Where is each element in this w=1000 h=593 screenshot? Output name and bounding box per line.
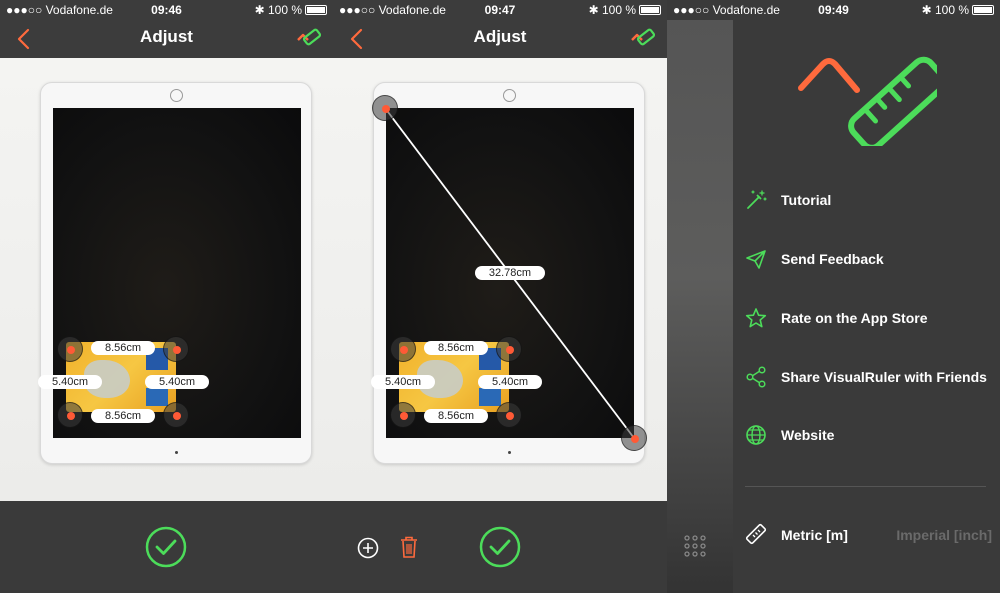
battery-icon <box>305 5 327 15</box>
adjust-screen-1: ●●●○○ Vodafone.de 09:46 ✱ 100 % Adjust 8… <box>0 0 333 593</box>
app-logo-icon[interactable] <box>629 28 655 50</box>
handle-diagonal-start[interactable] <box>372 95 398 121</box>
page-title: Adjust <box>473 27 527 46</box>
measure-label-bottom: 8.56cm <box>424 409 488 423</box>
handle-top-left[interactable] <box>390 336 416 362</box>
battery-icon <box>639 5 661 15</box>
handle-bottom-left[interactable] <box>390 402 416 428</box>
measure-label-bottom: 8.56cm <box>91 409 155 423</box>
measure-label-left: 5.40cm <box>371 375 435 389</box>
handle-bottom-right[interactable] <box>163 402 189 428</box>
handle-top-right[interactable] <box>496 336 522 362</box>
battery-status: ✱ 100 % <box>255 3 327 17</box>
menu-item-send-feedback[interactable]: Send Feedback <box>745 245 994 275</box>
measure-label-top: 8.56cm <box>91 341 155 355</box>
globe-icon <box>746 425 766 445</box>
visualruler-logo-icon <box>798 56 937 146</box>
battery-status: ✱ 100 % <box>589 3 661 17</box>
camera-photo: 32.78cm 8.56cm 8.56cm 5.40cm 5.40cm <box>333 58 667 501</box>
menu-item-rate-app[interactable]: Rate on the App Store <box>745 304 994 334</box>
bottom-toolbar <box>0 501 333 593</box>
handle-top-right[interactable] <box>163 336 189 362</box>
handle-top-left[interactable] <box>57 336 83 362</box>
share-icon <box>746 366 766 388</box>
status-bar: ●●●○○ Vodafone.de 09:46 ✱ 100 % <box>0 0 333 20</box>
nav-bar: Adjust <box>333 20 667 58</box>
nav-bar: Adjust <box>0 20 333 58</box>
menu-grid-icon[interactable] <box>683 534 707 558</box>
measure-label-top: 8.56cm <box>424 341 488 355</box>
status-bar: ●●●○○ Vodafone.de 09:47 ✱ 100 % <box>333 0 667 20</box>
add-measurement-button[interactable] <box>357 537 379 559</box>
menu-item-label: Share VisualRuler with Friends <box>781 369 987 385</box>
menu-screen: ●●●○○ Vodafone.de 09:49 ✱ 100 % Tutorial <box>667 0 1000 593</box>
battery-label: 100 % <box>267 3 302 17</box>
menu-item-label: Send Feedback <box>781 251 884 267</box>
app-logo-icon[interactable] <box>295 28 321 50</box>
menu-divider <box>745 486 986 487</box>
menu-item-share[interactable]: Share VisualRuler with Friends <box>745 363 994 393</box>
page-title: Adjust <box>140 27 193 46</box>
unit-switch: Metric [m] Imperial [inch] <box>745 520 994 550</box>
battery-label: 100 % <box>601 3 636 17</box>
unit-metric-option[interactable]: Metric [m] <box>781 527 848 543</box>
star-icon <box>745 308 767 328</box>
measure-label-right: 5.40cm <box>478 375 542 389</box>
status-bar: ●●●○○ Vodafone.de 09:49 ✱ 100 % <box>667 0 1000 20</box>
paper-plane-icon <box>746 250 766 269</box>
underlying-screen-edge[interactable] <box>667 20 733 593</box>
menu-item-label: Tutorial <box>781 192 832 208</box>
handle-diagonal-end[interactable] <box>621 425 647 451</box>
handle-bottom-right[interactable] <box>496 402 522 428</box>
adjust-screen-2: ●●●○○ Vodafone.de 09:47 ✱ 100 % Adjust 3… <box>333 0 667 593</box>
camera-photo: 8.56cm 8.56cm 5.40cm 5.40cm <box>0 58 333 501</box>
measure-label-diagonal: 32.78cm <box>475 266 545 280</box>
handle-bottom-left[interactable] <box>57 402 83 428</box>
unit-imperial-option[interactable]: Imperial [inch] <box>896 527 992 543</box>
confirm-check-button[interactable] <box>479 526 521 568</box>
ruler-icon <box>745 523 767 545</box>
battery-status: ✱ 100 % <box>922 3 994 17</box>
menu-item-website[interactable]: Website <box>745 421 994 451</box>
magic-wand-icon <box>747 190 767 209</box>
delete-trash-button[interactable] <box>399 535 419 559</box>
menu-item-tutorial[interactable]: Tutorial <box>745 186 994 216</box>
battery-icon <box>972 5 994 15</box>
battery-label: 100 % <box>934 3 969 17</box>
measure-label-left: 5.40cm <box>38 375 102 389</box>
side-menu: Tutorial Send Feedback Rate on the App S… <box>733 20 1000 593</box>
confirm-check-button[interactable] <box>145 526 187 568</box>
menu-item-label: Website <box>781 427 835 443</box>
menu-item-label: Rate on the App Store <box>781 310 928 326</box>
measure-label-right: 5.40cm <box>145 375 209 389</box>
bottom-toolbar <box>333 501 667 593</box>
